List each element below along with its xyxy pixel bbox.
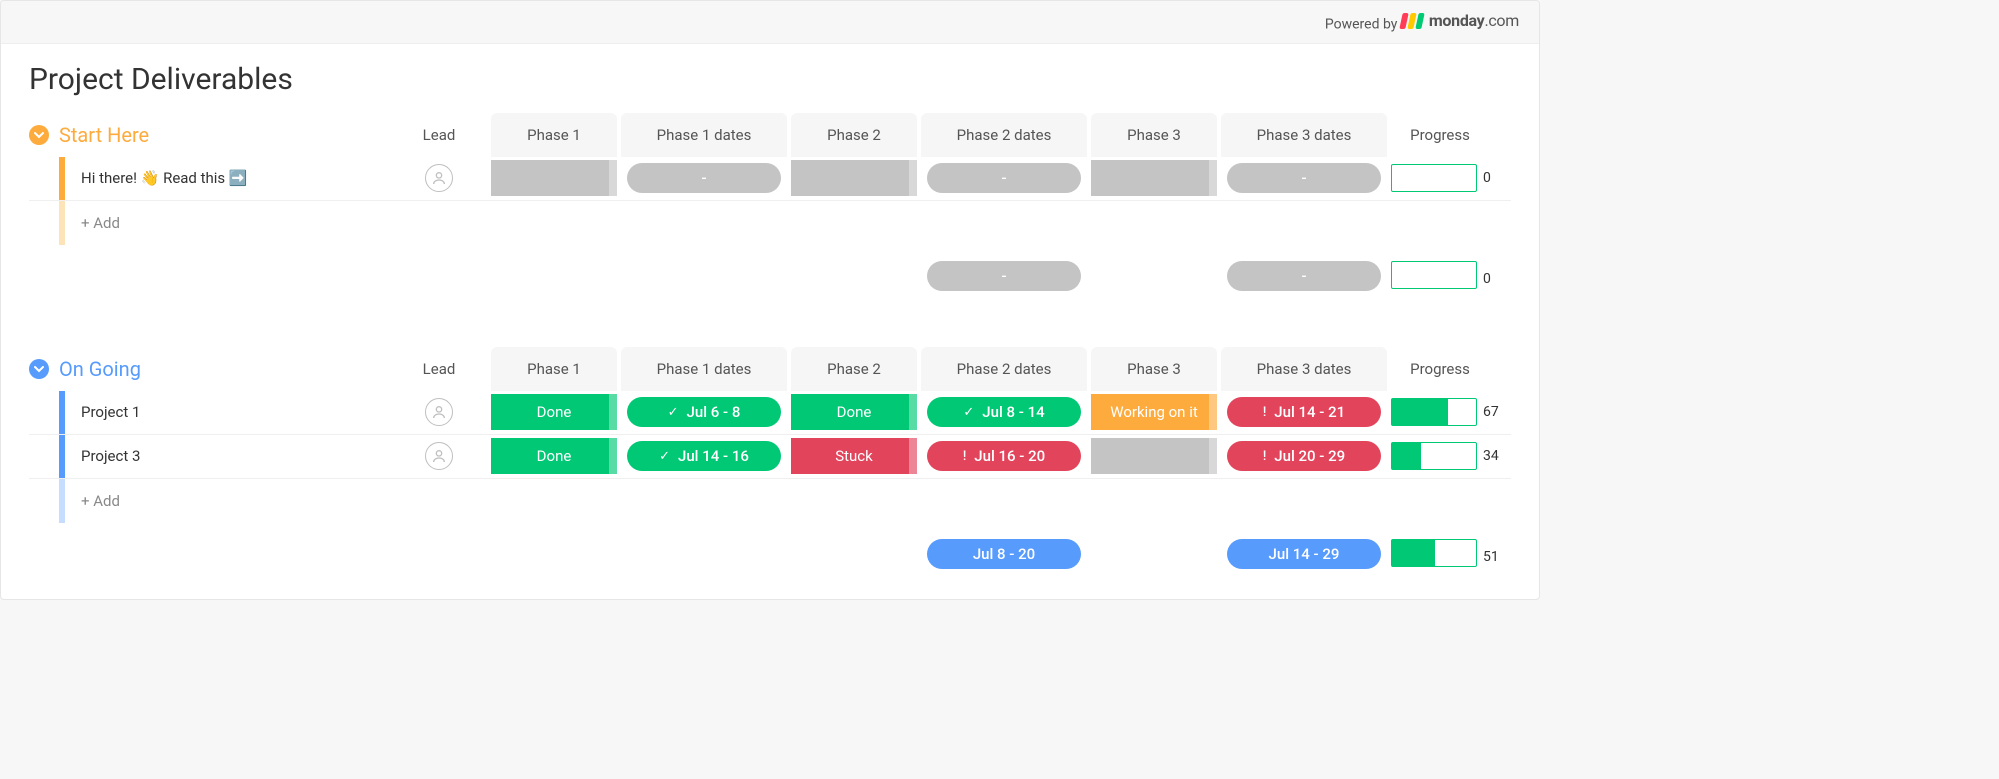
- col-phase1: Phase 1: [491, 113, 617, 157]
- col-progress: Progress: [1389, 360, 1479, 378]
- col-phase1-dates: Phase 1 dates: [621, 347, 787, 391]
- dates-phase2[interactable]: ✓Jul 8 - 14: [919, 397, 1089, 427]
- group-title-on-going[interactable]: On Going: [29, 357, 389, 381]
- check-icon: ✓: [668, 405, 679, 420]
- summary-progress-value: 51: [1479, 549, 1509, 565]
- dates-phase3[interactable]: !Jul 20 - 29: [1219, 441, 1389, 471]
- item-name-cell[interactable]: Project 3: [29, 435, 389, 478]
- summary-phase2-dates: -: [919, 261, 1089, 297]
- col-phase3-dates: Phase 3 dates: [1221, 347, 1387, 391]
- board-title: Project Deliverables: [1, 44, 1539, 107]
- status-phase2[interactable]: Done: [791, 394, 917, 430]
- item-name-cell[interactable]: Hi there! 👋 Read this ➡️: [29, 157, 389, 200]
- lead-cell[interactable]: [389, 164, 489, 192]
- status-phase1[interactable]: Done: [491, 394, 617, 430]
- lead-cell[interactable]: [389, 442, 489, 470]
- group-start-here: Start Here Lead Phase 1 Phase 1 dates Ph…: [1, 107, 1539, 301]
- group-summary: - - 0: [29, 257, 1511, 301]
- alert-icon: !: [963, 449, 966, 464]
- progress-value: 67: [1479, 404, 1509, 420]
- group-title-start-here[interactable]: Start Here: [29, 123, 389, 147]
- col-lead: Lead: [389, 360, 489, 378]
- col-phase3-dates: Phase 3 dates: [1221, 113, 1387, 157]
- board-container: Powered by monday.com Project Deliverabl…: [0, 0, 1540, 600]
- chevron-down-icon[interactable]: [29, 125, 49, 145]
- table-row[interactable]: Hi there! 👋 Read this ➡️ - - - 0: [29, 157, 1511, 201]
- chevron-down-icon[interactable]: [29, 359, 49, 379]
- col-progress: Progress: [1389, 126, 1479, 144]
- group-title-label: On Going: [59, 357, 141, 381]
- col-phase1-dates: Phase 1 dates: [621, 113, 787, 157]
- add-item-label: + Add: [67, 214, 120, 232]
- dates-phase3[interactable]: -: [1219, 163, 1389, 193]
- dates-phase1[interactable]: -: [619, 163, 789, 193]
- check-icon: ✓: [659, 449, 670, 464]
- dates-phase2[interactable]: -: [919, 163, 1089, 193]
- col-phase2: Phase 2: [791, 347, 917, 391]
- status-phase3[interactable]: Working on it: [1091, 394, 1217, 430]
- col-phase1: Phase 1: [491, 347, 617, 391]
- table-row[interactable]: Project 1 Done ✓Jul 6 - 8 Done ✓Jul 8 - …: [29, 391, 1511, 435]
- progress-cell: [1389, 398, 1479, 426]
- check-icon: ✓: [963, 405, 974, 420]
- item-name: Hi there! 👋 Read this ➡️: [67, 169, 248, 187]
- item-name: Project 1: [67, 403, 140, 421]
- summary-phase2-dates: Jul 8 - 20: [919, 539, 1089, 575]
- status-phase1[interactable]: Done: [491, 438, 617, 474]
- alert-icon: !: [1263, 405, 1266, 420]
- brand-name: monday.com: [1429, 11, 1519, 30]
- progress-value: 0: [1479, 170, 1509, 186]
- status-phase2[interactable]: [791, 160, 917, 196]
- powered-by-label: Powered by: [1325, 17, 1398, 33]
- summary-progress: [1389, 261, 1479, 297]
- group-title-label: Start Here: [59, 123, 149, 147]
- table-row[interactable]: Project 3 Done ✓Jul 14 - 16 Stuck !Jul 1…: [29, 435, 1511, 479]
- item-name: Project 3: [67, 447, 140, 465]
- dates-phase2[interactable]: !Jul 16 - 20: [919, 441, 1089, 471]
- add-item-row[interactable]: + Add: [29, 201, 1511, 245]
- avatar-icon: [425, 164, 453, 192]
- item-name-cell[interactable]: Project 1: [29, 391, 389, 434]
- summary-phase3-dates: Jul 14 - 29: [1219, 539, 1389, 575]
- summary-phase3-dates: -: [1219, 261, 1389, 297]
- status-phase3[interactable]: [1091, 160, 1217, 196]
- group-header: On Going Lead Phase 1 Phase 1 dates Phas…: [29, 347, 1511, 391]
- group-summary: Jul 8 - 20 Jul 14 - 29 51: [29, 535, 1511, 579]
- status-phase1[interactable]: [491, 160, 617, 196]
- status-phase2[interactable]: Stuck: [791, 438, 917, 474]
- col-phase3: Phase 3: [1091, 113, 1217, 157]
- summary-progress-value: 0: [1479, 271, 1509, 287]
- summary-progress: [1389, 539, 1479, 575]
- group-on-going: On Going Lead Phase 1 Phase 1 dates Phas…: [1, 341, 1539, 579]
- monday-logo-icon: [1401, 13, 1423, 29]
- add-item-label: + Add: [67, 492, 120, 510]
- lead-cell[interactable]: [389, 398, 489, 426]
- avatar-icon: [425, 398, 453, 426]
- col-lead: Lead: [389, 126, 489, 144]
- progress-cell: [1389, 164, 1479, 192]
- dates-phase1[interactable]: ✓Jul 14 - 16: [619, 441, 789, 471]
- dates-phase1[interactable]: ✓Jul 6 - 8: [619, 397, 789, 427]
- add-item-row[interactable]: + Add: [29, 479, 1511, 523]
- topbar: Powered by monday.com: [1, 1, 1539, 44]
- avatar-icon: [425, 442, 453, 470]
- progress-cell: [1389, 442, 1479, 470]
- progress-value: 34: [1479, 448, 1509, 464]
- group-header: Start Here Lead Phase 1 Phase 1 dates Ph…: [29, 113, 1511, 157]
- col-phase3: Phase 3: [1091, 347, 1217, 391]
- col-phase2-dates: Phase 2 dates: [921, 113, 1087, 157]
- col-phase2: Phase 2: [791, 113, 917, 157]
- status-phase3[interactable]: [1091, 438, 1217, 474]
- brand-link[interactable]: monday.com: [1401, 11, 1519, 30]
- alert-icon: !: [1263, 449, 1266, 464]
- dates-phase3[interactable]: !Jul 14 - 21: [1219, 397, 1389, 427]
- col-phase2-dates: Phase 2 dates: [921, 347, 1087, 391]
